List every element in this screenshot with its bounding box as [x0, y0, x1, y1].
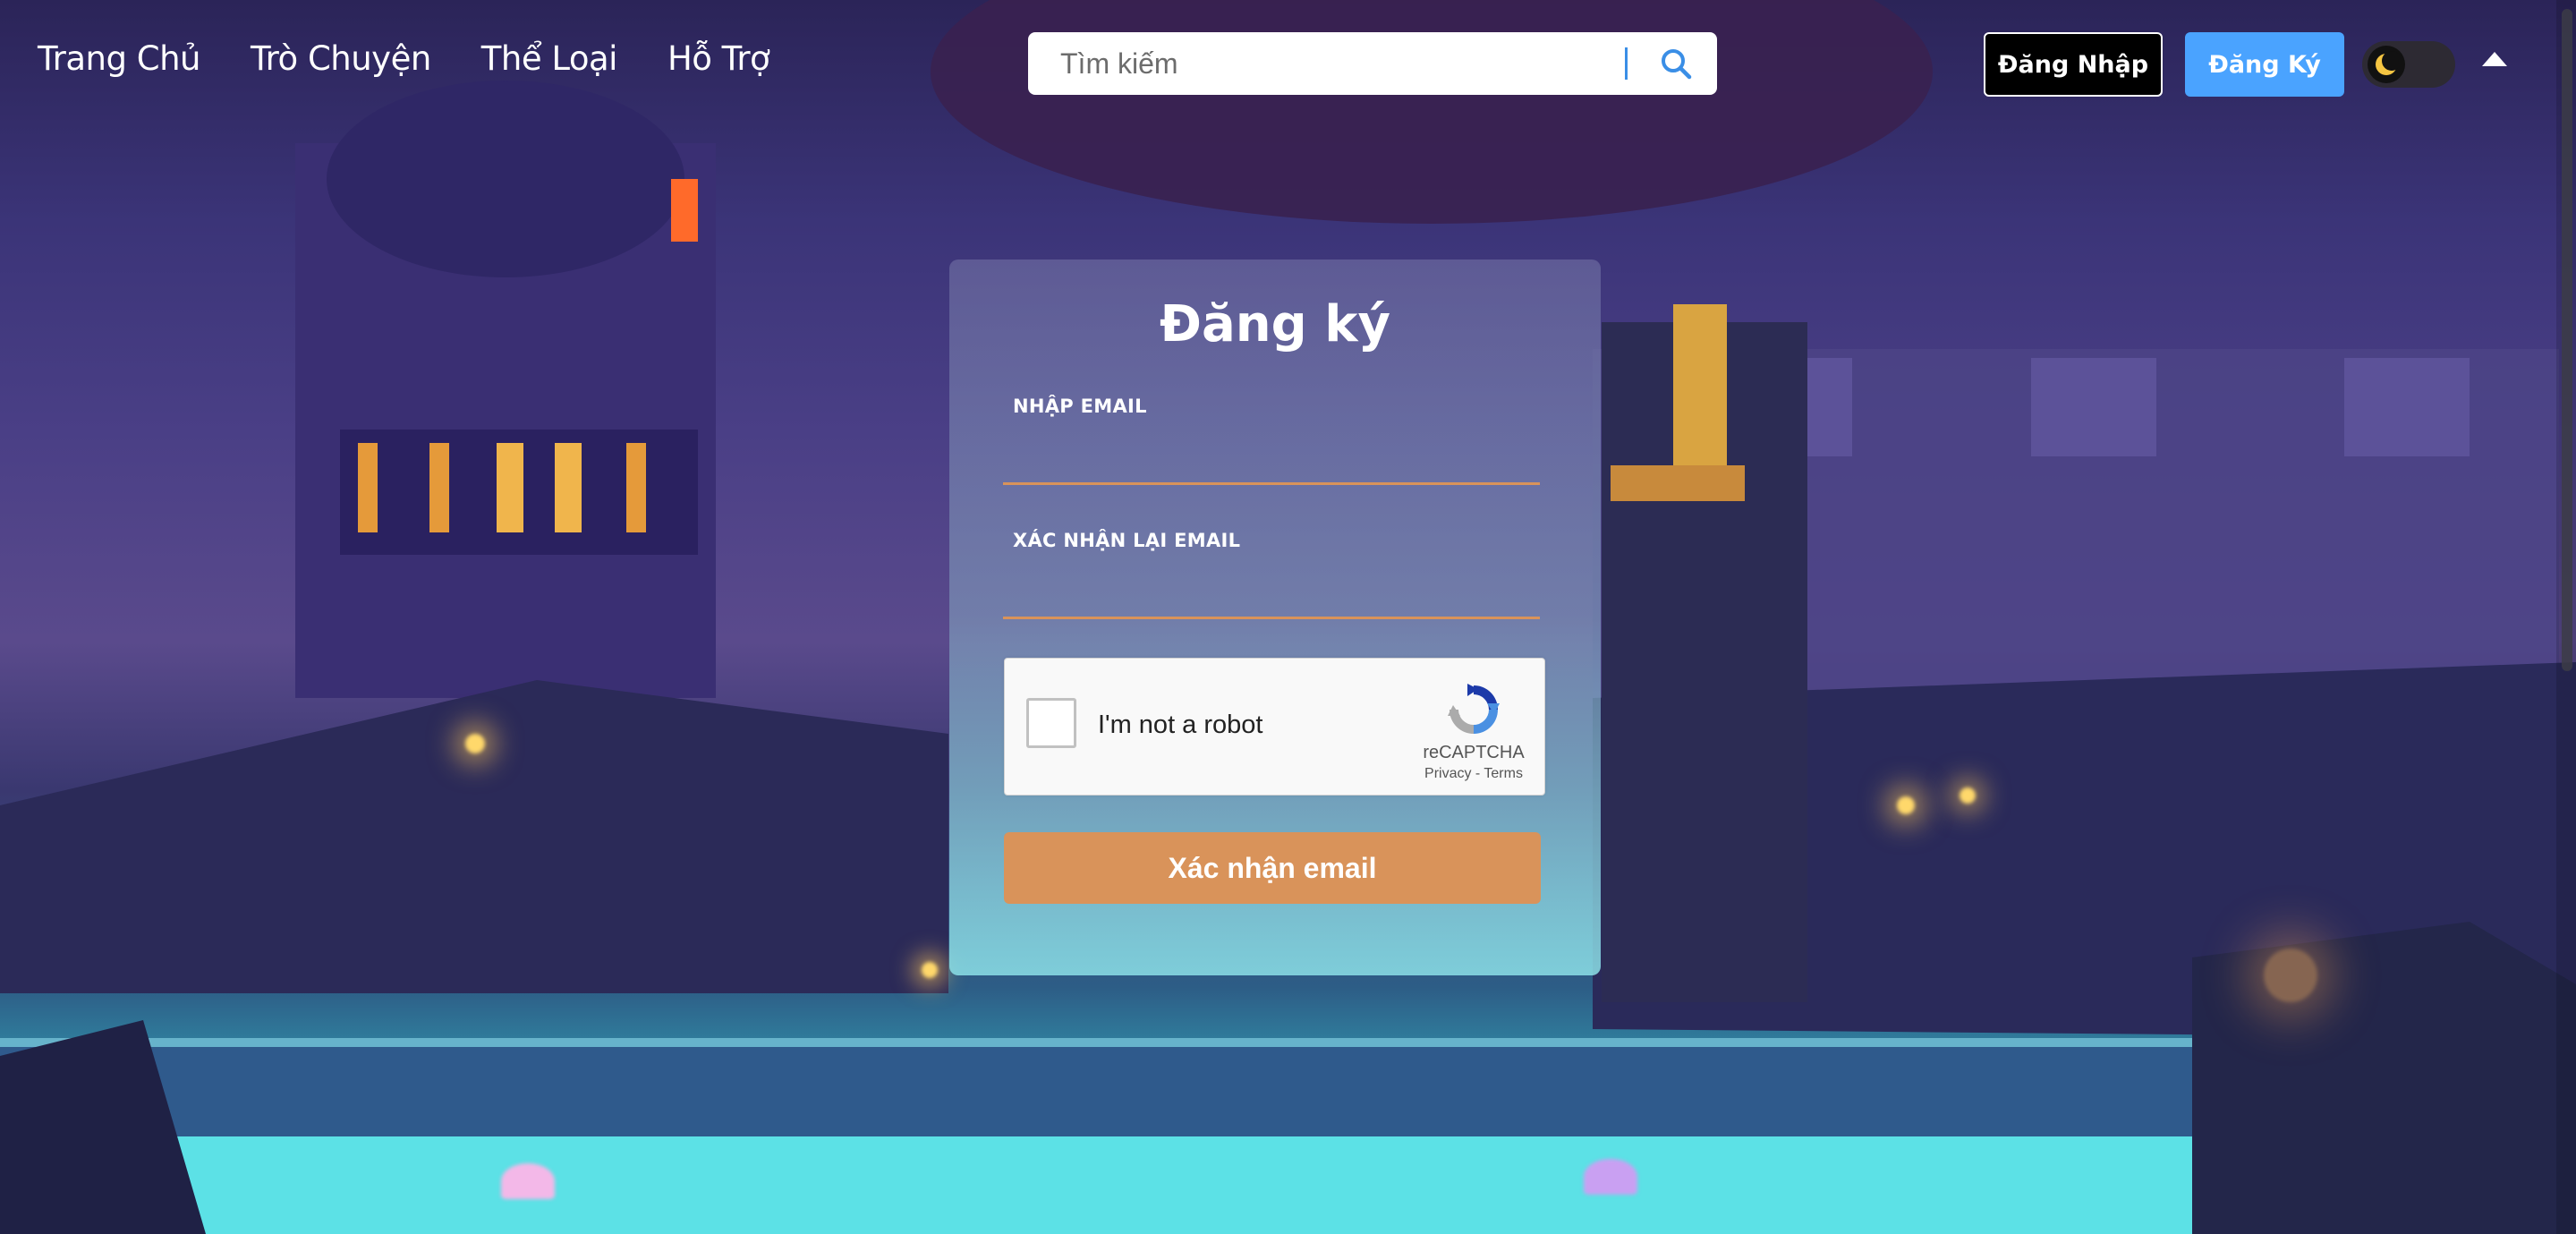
firefly-glow: [1897, 796, 1915, 814]
search-icon[interactable]: [1660, 47, 1692, 80]
top-navbar: Trang Chủ Trò Chuyện Thể Loại Hỗ Trợ Đăn…: [0, 0, 2576, 130]
lotus-flower: [501, 1163, 555, 1199]
confirm-email-label: XÁC NHẬN LẠI EMAIL: [1013, 530, 1241, 551]
confirm-email-button[interactable]: Xác nhận email: [1004, 832, 1541, 904]
firefly-glow: [2264, 949, 2317, 1002]
recaptcha-logo-icon: [1448, 684, 1500, 734]
recaptcha-terms-link[interactable]: Terms: [1484, 766, 1523, 781]
email-field[interactable]: [1003, 438, 1540, 485]
lotus-flower: [1584, 1159, 1637, 1195]
signup-card: Đăng ký NHẬP EMAIL XÁC NHẬN LẠI EMAIL I'…: [949, 260, 1601, 975]
recaptcha-separator: -: [1471, 766, 1484, 781]
page: Trang Chủ Trò Chuyện Thể Loại Hỗ Trợ Đăn…: [0, 0, 2576, 1234]
firefly-glow: [922, 962, 938, 978]
nav-link-chat[interactable]: Trò Chuyện: [251, 39, 431, 78]
recaptcha-links: Privacy - Terms: [1399, 766, 1549, 782]
recaptcha-checkbox[interactable]: [1026, 698, 1076, 748]
register-button[interactable]: Đăng Ký: [2185, 32, 2344, 97]
nav-link-genres[interactable]: Thể Loại: [481, 39, 618, 78]
scrollbar-thumb[interactable]: [2562, 9, 2572, 671]
recaptcha-privacy-link[interactable]: Privacy: [1424, 766, 1471, 781]
page-scrollbar[interactable]: [2556, 0, 2576, 1234]
search-input[interactable]: [1058, 46, 1625, 81]
search-divider: [1625, 47, 1628, 80]
recaptcha-brand: reCAPTCHA: [1423, 743, 1525, 762]
search-bar: [1028, 32, 1717, 95]
firefly-glow: [1960, 787, 1976, 804]
login-button[interactable]: Đăng Nhập: [1984, 32, 2163, 97]
theme-toggle[interactable]: [2362, 41, 2455, 88]
confirm-email-field[interactable]: [1003, 573, 1540, 619]
email-label: NHẬP EMAIL: [1013, 396, 1147, 417]
nav-link-home[interactable]: Trang Chủ: [38, 39, 200, 78]
recaptcha-widget: I'm not a robot reCAPTCHA Privacy - Term…: [1004, 658, 1545, 796]
signup-title: Đăng ký: [1160, 295, 1390, 353]
moon-icon: [2376, 51, 2400, 75]
recaptcha-label: I'm not a robot: [1098, 711, 1263, 739]
nav-links: Trang Chủ Trò Chuyện Thể Loại Hỗ Trợ: [38, 39, 770, 78]
firefly-glow: [465, 734, 485, 753]
caret-up-icon[interactable]: [2482, 52, 2507, 66]
nav-link-support[interactable]: Hỗ Trợ: [667, 39, 770, 78]
theme-knob: [2368, 46, 2405, 83]
